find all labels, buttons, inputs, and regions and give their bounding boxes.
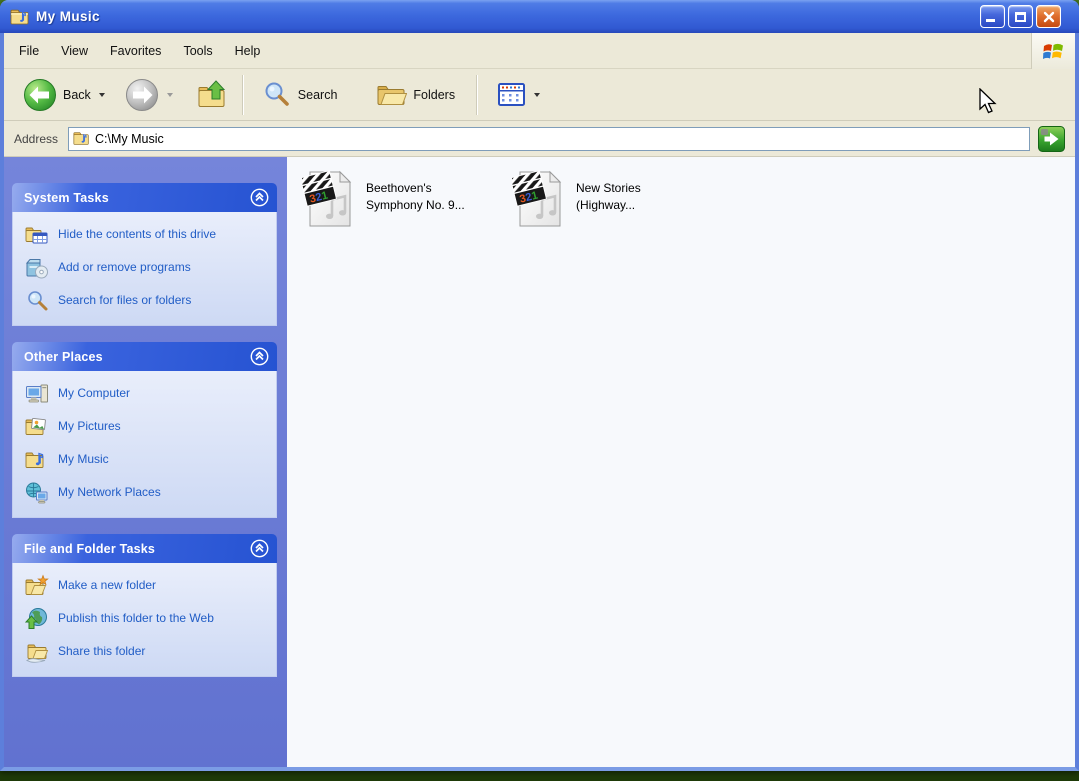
toolbar-separator [242, 75, 243, 115]
back-button[interactable]: Back [18, 75, 110, 115]
views-icon [498, 83, 526, 107]
windows-logo-icon [1041, 38, 1067, 64]
my-music-icon [25, 448, 49, 472]
panel-body-file-folder-tasks: Make a new folder Publish this folder t [12, 563, 277, 677]
menu-favorites[interactable]: Favorites [99, 40, 172, 62]
toolbar: Back [4, 69, 1075, 121]
my-computer-icon [25, 382, 49, 406]
menu-help[interactable]: Help [224, 40, 272, 62]
panel-body-system-tasks: Hide the contents of this drive [12, 212, 277, 326]
panel-body-other-places: My Computer [12, 371, 277, 518]
title-bar[interactable]: My Music [0, 0, 1079, 33]
forward-dropdown-icon[interactable] [167, 93, 173, 97]
task-share-folder[interactable]: Share this folder [25, 642, 268, 664]
add-remove-programs-icon [25, 256, 49, 280]
window-controls [980, 5, 1061, 28]
address-label: Address [12, 132, 68, 146]
forward-button[interactable] [120, 75, 178, 115]
music-folder-icon [10, 7, 30, 27]
task-hide-drive-contents[interactable]: Hide the contents of this drive [25, 225, 268, 247]
minimize-button[interactable] [980, 5, 1005, 28]
menu-tools[interactable]: Tools [172, 40, 223, 62]
search-small-icon [25, 289, 49, 313]
maximize-icon [1015, 12, 1026, 22]
panel-header-system-tasks[interactable]: System Tasks [12, 183, 277, 212]
link-my-pictures[interactable]: My Pictures [25, 417, 268, 439]
chevron-up-icon[interactable] [250, 539, 269, 558]
window-body: File View Favorites Tools Help [0, 33, 1079, 771]
file-list-area[interactable]: 321 Beethoven's Symphony No. 9... [287, 157, 1075, 767]
file-tile-beethoven[interactable]: 321 Beethoven's Symphony No. 9... [302, 169, 502, 229]
up-button[interactable] [192, 76, 234, 114]
search-icon [262, 80, 292, 110]
task-pane: System Tasks [4, 157, 287, 767]
network-places-icon [25, 481, 49, 505]
chevron-up-icon[interactable] [250, 188, 269, 207]
menu-file[interactable]: File [8, 40, 50, 62]
go-button[interactable] [1038, 126, 1065, 152]
search-button[interactable]: Search [257, 77, 343, 113]
views-dropdown-icon[interactable] [534, 93, 540, 97]
search-label: Search [298, 88, 338, 102]
menu-bar: File View Favorites Tools Help [4, 33, 1075, 69]
media-file-icon: 321 [302, 169, 354, 229]
close-button[interactable] [1036, 5, 1061, 28]
minimize-icon [986, 19, 995, 22]
media-file-icon: 321 [512, 169, 564, 229]
menu-view[interactable]: View [50, 40, 99, 62]
address-input[interactable] [95, 132, 1025, 146]
my-pictures-icon [25, 415, 49, 439]
folders-label: Folders [413, 88, 455, 102]
back-label: Back [63, 88, 91, 102]
back-icon [23, 78, 57, 112]
link-my-computer[interactable]: My Computer [25, 384, 268, 406]
task-make-new-folder[interactable]: Make a new folder [25, 576, 268, 598]
task-add-remove-programs[interactable]: Add or remove programs [25, 258, 268, 280]
chevron-up-icon[interactable] [250, 347, 269, 366]
panel-header-file-folder-tasks[interactable]: File and Folder Tasks [12, 534, 277, 563]
close-icon [1043, 11, 1055, 23]
folders-icon [375, 80, 407, 110]
forward-icon [125, 78, 159, 112]
desktop: { "colors": { "titlebar_blue": "#3d69de"… [0, 0, 1079, 781]
back-dropdown-icon[interactable] [99, 93, 105, 97]
new-folder-icon [25, 574, 49, 598]
views-button[interactable] [493, 80, 545, 110]
address-bar: Address [4, 121, 1075, 157]
panel-file-folder-tasks: File and Folder Tasks [12, 534, 277, 677]
windows-logo-badge [1031, 33, 1075, 69]
drive-contents-icon [25, 223, 49, 247]
window-title: My Music [36, 9, 980, 24]
publish-web-icon [25, 607, 49, 631]
panel-system-tasks: System Tasks [12, 183, 277, 326]
address-combo[interactable] [68, 127, 1030, 151]
folders-button[interactable]: Folders [370, 77, 460, 113]
file-name: New Stories (Highway... [576, 169, 641, 214]
toolbar-separator-2 [476, 75, 477, 115]
task-publish-folder[interactable]: Publish this folder to the Web [25, 609, 268, 631]
content-area: System Tasks [4, 157, 1075, 767]
explorer-window: My Music File View Favorites Tools Help [0, 0, 1079, 771]
file-name: Beethoven's Symphony No. 9... [366, 169, 465, 214]
link-my-music[interactable]: My Music [25, 450, 268, 472]
link-my-network-places[interactable]: My Network Places [25, 483, 268, 505]
panel-header-other-places[interactable]: Other Places [12, 342, 277, 371]
share-folder-icon [25, 640, 49, 664]
panel-other-places: Other Places [12, 342, 277, 518]
music-folder-icon [73, 130, 90, 147]
task-search-files[interactable]: Search for files or folders [25, 291, 268, 313]
file-tile-new-stories[interactable]: 321 New Stories (Highway... [512, 169, 712, 229]
up-icon [197, 79, 229, 111]
maximize-button[interactable] [1008, 5, 1033, 28]
